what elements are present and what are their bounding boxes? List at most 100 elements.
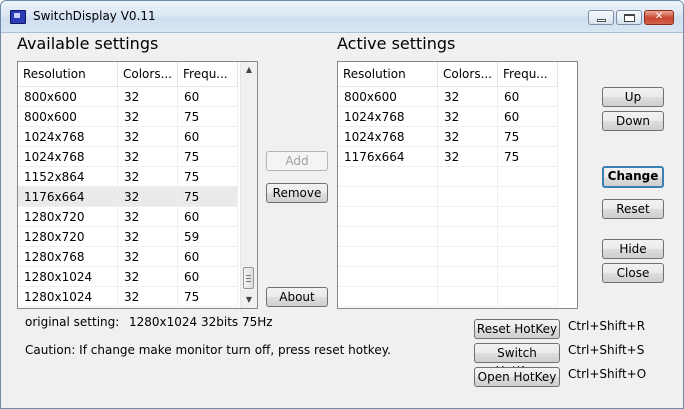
available-rows: 800x600 32 60 800x600 32 75 1024x768 32 60 1024x7… — [18, 87, 238, 307]
table-row[interactable]: 1024x768 32 60 — [18, 127, 238, 147]
reset-hotkey-button[interactable]: Reset HotKey — [474, 319, 560, 339]
add-button[interactable]: Add — [266, 151, 328, 171]
empty-cell — [498, 167, 558, 186]
frequency-cell: 75 — [178, 167, 238, 186]
frequency-cell: 60 — [178, 247, 238, 266]
active-settings-list[interactable]: Resolution Colors... Frequ... 800x600 32 6… — [337, 61, 578, 309]
frequency-cell: 75 — [178, 147, 238, 166]
frequency-cell: 60 — [178, 87, 238, 106]
colors-cell: 32 — [118, 147, 178, 166]
frequency-cell: 59 — [178, 227, 238, 246]
frequency-cell: 75 — [178, 187, 238, 206]
table-row[interactable]: 800x600 32 60 — [338, 87, 558, 107]
about-button[interactable]: About — [266, 287, 328, 307]
table-row[interactable]: 1280x1024 32 60 — [18, 267, 238, 287]
colors-cell: 32 — [118, 107, 178, 126]
table-row[interactable]: 1024x768 32 60 — [338, 107, 558, 127]
empty-cell — [338, 287, 438, 306]
available-settings-heading: Available settings — [17, 34, 159, 53]
colors-cell: 32 — [118, 247, 178, 266]
empty-cell — [438, 267, 498, 286]
empty-cell — [498, 247, 558, 266]
resolution-cell: 800x600 — [18, 107, 118, 126]
frequency-cell: 75 — [498, 127, 558, 146]
resolution-cell: 1024x768 — [18, 147, 118, 166]
resolution-cell: 1024x768 — [338, 107, 438, 126]
table-row[interactable]: 1024x768 32 75 — [338, 127, 558, 147]
column-header-resolution[interactable]: Resolution — [338, 62, 438, 86]
resolution-cell: 1280x1024 — [18, 287, 118, 306]
empty-cell — [498, 187, 558, 206]
empty-row — [338, 287, 558, 307]
list-header: Resolution Colors... Frequ... — [338, 62, 558, 87]
frequency-cell: 60 — [178, 207, 238, 226]
reset-button[interactable]: Reset — [602, 199, 664, 219]
table-row[interactable]: 1280x720 32 59 — [18, 227, 238, 247]
frequency-cell: 60 — [178, 127, 238, 146]
empty-row — [338, 167, 558, 187]
colors-cell: 32 — [118, 167, 178, 186]
table-row[interactable]: 1152x864 32 75 — [18, 167, 238, 187]
original-setting-value: 1280x1024 32bits 75Hz — [129, 315, 273, 329]
scroll-thumb[interactable] — [243, 267, 254, 289]
resolution-cell: 1176x664 — [18, 187, 118, 206]
colors-cell: 32 — [118, 87, 178, 106]
column-header-colors[interactable]: Colors... — [438, 62, 498, 86]
colors-cell: 32 — [438, 127, 498, 146]
resolution-cell: 1280x720 — [18, 227, 118, 246]
open-hotkey-button[interactable]: Open HotKey — [474, 367, 560, 387]
column-header-frequency[interactable]: Frequ... — [178, 62, 238, 86]
open-hotkey-value: Ctrl+Shift+O — [568, 367, 647, 381]
close-button[interactable]: Close — [602, 263, 664, 283]
close-icon: ✕ — [654, 11, 664, 22]
window-close-button[interactable]: ✕ — [644, 10, 674, 25]
column-header-colors[interactable]: Colors... — [118, 62, 178, 86]
empty-cell — [338, 227, 438, 246]
maximize-button[interactable] — [616, 10, 642, 25]
colors-cell: 32 — [118, 207, 178, 226]
frequency-cell: 60 — [498, 87, 558, 106]
active-rows: 800x600 32 60 1024x768 32 60 1024x768 32 75 1176x… — [338, 87, 558, 307]
column-header-resolution[interactable]: Resolution — [18, 62, 118, 86]
empty-cell — [438, 247, 498, 266]
change-button[interactable]: Change — [602, 166, 664, 188]
empty-row — [338, 267, 558, 287]
colors-cell: 32 — [118, 127, 178, 146]
resolution-cell: 1280x1024 — [18, 267, 118, 286]
colors-cell: 32 — [118, 227, 178, 246]
empty-cell — [498, 287, 558, 306]
resolution-cell: 1152x864 — [18, 167, 118, 186]
table-row[interactable]: 800x600 32 60 — [18, 87, 238, 107]
hide-button[interactable]: Hide — [602, 239, 664, 259]
table-row[interactable]: 800x600 32 75 — [18, 107, 238, 127]
frequency-cell: 60 — [498, 107, 558, 126]
table-row[interactable]: 1024x768 32 75 — [18, 147, 238, 167]
vertical-scrollbar[interactable]: ▲ ▼ — [240, 62, 257, 308]
resolution-cell: 800x600 — [18, 87, 118, 106]
column-header-frequency[interactable]: Frequ... — [498, 62, 558, 86]
scroll-down-icon[interactable]: ▼ — [241, 292, 257, 308]
empty-cell — [338, 167, 438, 186]
empty-cell — [438, 207, 498, 226]
scroll-up-icon[interactable]: ▲ — [241, 62, 257, 78]
list-header: Resolution Colors... Frequ... — [18, 62, 238, 87]
remove-button[interactable]: Remove — [266, 183, 328, 203]
minimize-button[interactable] — [588, 10, 614, 25]
up-button[interactable]: Up — [602, 87, 664, 107]
main-window: SwitchDisplay V0.11 ✕ Available settings… — [0, 0, 684, 409]
table-row[interactable]: 1280x1024 32 75 — [18, 287, 238, 307]
available-settings-list[interactable]: Resolution Colors... Frequ... 800x600 32 6… — [17, 61, 258, 309]
table-row[interactable]: 1176x664 32 75 — [18, 187, 238, 207]
table-row[interactable]: 1176x664 32 75 — [338, 147, 558, 167]
table-row[interactable]: 1280x720 32 60 — [18, 207, 238, 227]
frequency-cell: 75 — [498, 147, 558, 166]
down-button[interactable]: Down — [602, 111, 664, 131]
switch-hotkey-button[interactable]: Switch HotKey — [474, 343, 560, 378]
resolution-cell: 1024x768 — [338, 127, 438, 146]
empty-cell — [338, 187, 438, 206]
empty-cell — [498, 207, 558, 226]
resolution-cell: 1280x720 — [18, 207, 118, 226]
title-bar[interactable]: SwitchDisplay V0.11 ✕ — [1, 1, 683, 33]
table-row[interactable]: 1280x768 32 60 — [18, 247, 238, 267]
active-settings-heading: Active settings — [337, 34, 456, 53]
